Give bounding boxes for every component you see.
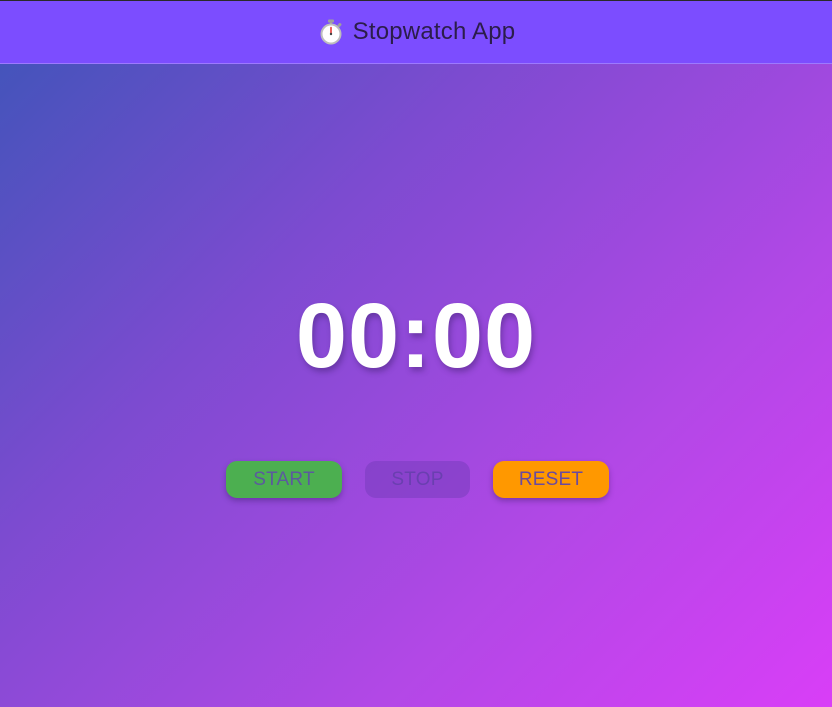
stop-button[interactable]: STOP: [365, 461, 470, 498]
stopwatch-app: Stopwatch App 00:00 START STOP RESET: [0, 0, 832, 707]
start-button[interactable]: START: [226, 461, 342, 498]
timer-display: 00:00: [295, 285, 537, 387]
app-title-text: Stopwatch App: [352, 18, 516, 45]
app-title: Stopwatch App: [317, 18, 516, 46]
app-bar: Stopwatch App: [0, 0, 832, 64]
reset-button[interactable]: RESET: [493, 461, 609, 498]
stopwatch-icon: [317, 18, 345, 46]
